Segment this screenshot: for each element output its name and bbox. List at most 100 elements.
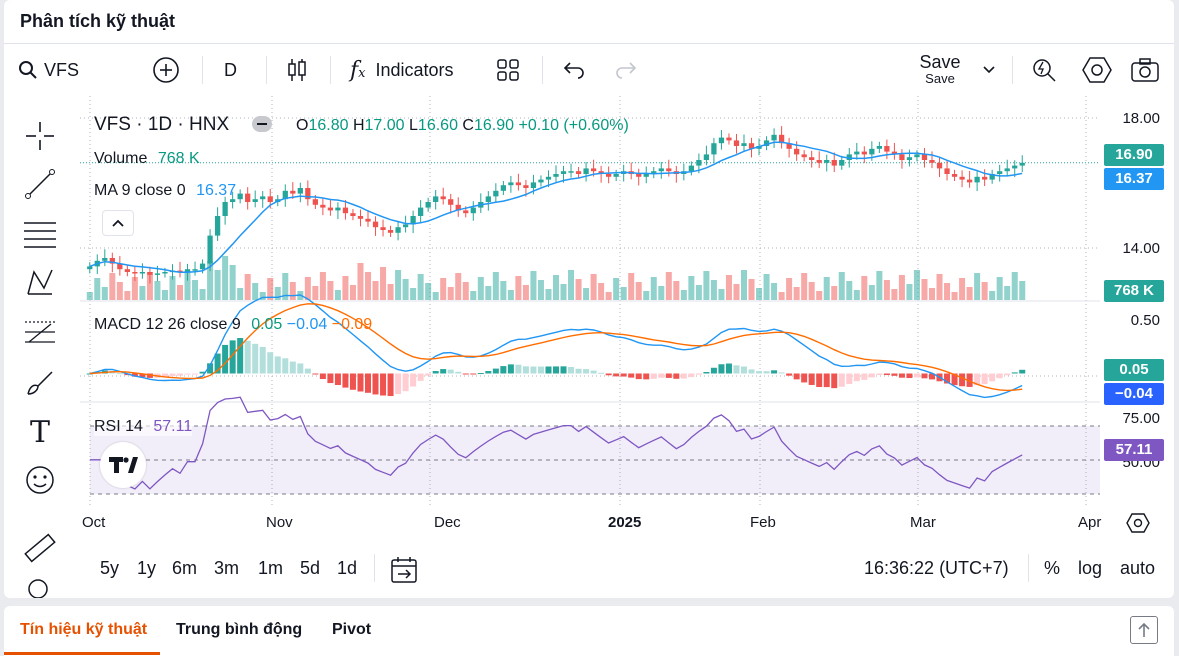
macd-histogram-bar bbox=[823, 373, 830, 388]
volume-bar bbox=[808, 282, 815, 300]
macd-histogram-bar bbox=[658, 373, 665, 378]
crosshair-tool[interactable] bbox=[22, 118, 58, 154]
macd-histogram-bar bbox=[297, 363, 304, 374]
layouts-button[interactable] bbox=[496, 44, 520, 96]
candle-body bbox=[154, 273, 161, 275]
volume-bar bbox=[913, 270, 920, 300]
volume-bar bbox=[838, 272, 845, 300]
range-bar: 5y 1y 6m 3m 1m 5d 1d 16:36:22 (UTC+7) % … bbox=[4, 548, 1174, 592]
macd-histogram-bar bbox=[913, 373, 920, 378]
screenshot-button[interactable] bbox=[1130, 44, 1160, 96]
volume-bar bbox=[710, 280, 717, 300]
volume-bar bbox=[214, 270, 221, 300]
macd-hist-label: 0.05 bbox=[1104, 359, 1164, 381]
axis-settings-button[interactable] bbox=[1126, 512, 1150, 539]
redo-button[interactable] bbox=[614, 44, 638, 96]
macd-histogram-bar bbox=[583, 369, 590, 374]
interval-button[interactable]: D bbox=[224, 44, 237, 96]
emoji-tool[interactable] bbox=[22, 462, 58, 498]
save-button[interactable]: Save Save bbox=[910, 52, 970, 86]
compare-button[interactable] bbox=[152, 44, 180, 96]
trend-line-tool[interactable] bbox=[22, 166, 58, 202]
candle-body bbox=[335, 207, 341, 211]
macd-histogram-bar bbox=[530, 366, 537, 374]
volume-bar bbox=[154, 281, 161, 300]
macd-histogram-bar bbox=[635, 373, 642, 380]
price-axis[interactable]: 18.00 14.00 16.90 16.37 768 K 0.50 0.05 … bbox=[1100, 96, 1174, 526]
macd-histogram-bar bbox=[831, 373, 838, 389]
volume-bar bbox=[740, 270, 748, 300]
candle-body bbox=[636, 174, 642, 177]
legend-symbol: VFS · 1D · HNX bbox=[94, 114, 230, 135]
macd-histogram-bar bbox=[304, 368, 311, 374]
candle-body bbox=[342, 207, 349, 214]
toolbar-divider bbox=[202, 56, 203, 84]
volume-bar bbox=[124, 291, 131, 300]
undo-button[interactable] bbox=[562, 44, 586, 96]
volume-bar bbox=[861, 276, 868, 300]
candle-body bbox=[831, 160, 837, 166]
volume-bar bbox=[613, 278, 620, 300]
collapse-legend-button[interactable] bbox=[102, 210, 134, 236]
prediction-tool[interactable] bbox=[22, 314, 58, 350]
volume-bar bbox=[161, 290, 168, 300]
macd-histogram-bar bbox=[432, 371, 439, 374]
indicators-button[interactable]: fx Indicators bbox=[350, 44, 454, 96]
macd-histogram-bar bbox=[733, 365, 740, 374]
goto-date-button[interactable] bbox=[390, 556, 420, 589]
macd-histogram-bar bbox=[380, 373, 387, 396]
price-chart[interactable] bbox=[80, 96, 1100, 526]
candle-body bbox=[192, 269, 198, 271]
range-6m[interactable]: 6m bbox=[172, 558, 197, 579]
auto-toggle[interactable]: auto bbox=[1120, 558, 1155, 579]
candle-body bbox=[921, 154, 928, 160]
macd-histogram-bar bbox=[898, 373, 905, 378]
range-3m[interactable]: 3m bbox=[214, 558, 239, 579]
clock-label[interactable]: 16:36:22 (UTC+7) bbox=[864, 558, 1009, 579]
range-5y[interactable]: 5y bbox=[100, 558, 119, 579]
range-1y[interactable]: 1y bbox=[137, 558, 156, 579]
macd-histogram-bar bbox=[560, 366, 567, 374]
range-5d[interactable]: 5d bbox=[300, 558, 320, 579]
macd-histogram-bar bbox=[771, 370, 778, 374]
tradingview-logo[interactable] bbox=[100, 442, 146, 488]
time-label: Oct bbox=[82, 514, 106, 531]
time-label: Nov bbox=[266, 514, 293, 531]
candle-body bbox=[553, 174, 559, 177]
legend-hide-button[interactable] bbox=[252, 116, 272, 132]
tab-moving-averages[interactable]: Trung bình động bbox=[176, 621, 302, 639]
tab-technical-signals[interactable]: Tín hiệu kỹ thuật bbox=[20, 621, 147, 639]
volume-bar bbox=[1011, 272, 1018, 300]
tab-pivot[interactable]: Pivot bbox=[332, 621, 371, 639]
chart-type-button[interactable] bbox=[286, 44, 308, 96]
quick-search-button[interactable] bbox=[1030, 44, 1058, 96]
macd-label: MACD 12 26 close 9 bbox=[94, 316, 241, 333]
rsi-tick: 75.00 bbox=[1122, 410, 1160, 427]
fib-tool[interactable] bbox=[22, 216, 58, 252]
toolbar-divider bbox=[542, 56, 543, 84]
log-toggle[interactable]: log bbox=[1078, 558, 1102, 579]
symbol-search[interactable]: VFS bbox=[18, 44, 79, 96]
percent-toggle[interactable]: % bbox=[1044, 558, 1060, 579]
pattern-tool[interactable] bbox=[22, 264, 58, 300]
save-menu-button[interactable] bbox=[982, 44, 996, 96]
volume-bar bbox=[981, 282, 988, 300]
candle-body bbox=[418, 207, 424, 216]
volume-bar bbox=[252, 283, 259, 300]
fx-icon: fx bbox=[350, 57, 366, 83]
time-axis[interactable]: Oct Nov Dec 2025 Feb Mar Apr bbox=[80, 510, 1174, 538]
settings-button[interactable] bbox=[1082, 44, 1112, 96]
chart-toolbar: VFS D fx Indicators Save Save bbox=[4, 44, 1174, 96]
volume-bar bbox=[665, 272, 672, 300]
volume-bar bbox=[146, 272, 153, 300]
text-tool[interactable]: T bbox=[22, 414, 58, 450]
volume-bar bbox=[831, 286, 838, 300]
calendar-arrow-icon bbox=[391, 557, 417, 583]
macd-histogram-bar bbox=[327, 373, 334, 384]
brush-tool[interactable] bbox=[22, 364, 58, 400]
scroll-top-button[interactable] bbox=[1130, 616, 1158, 644]
volume-bar bbox=[816, 291, 823, 300]
volume-bar bbox=[455, 273, 462, 300]
range-1m[interactable]: 1m bbox=[258, 558, 283, 579]
range-1d[interactable]: 1d bbox=[337, 558, 357, 579]
